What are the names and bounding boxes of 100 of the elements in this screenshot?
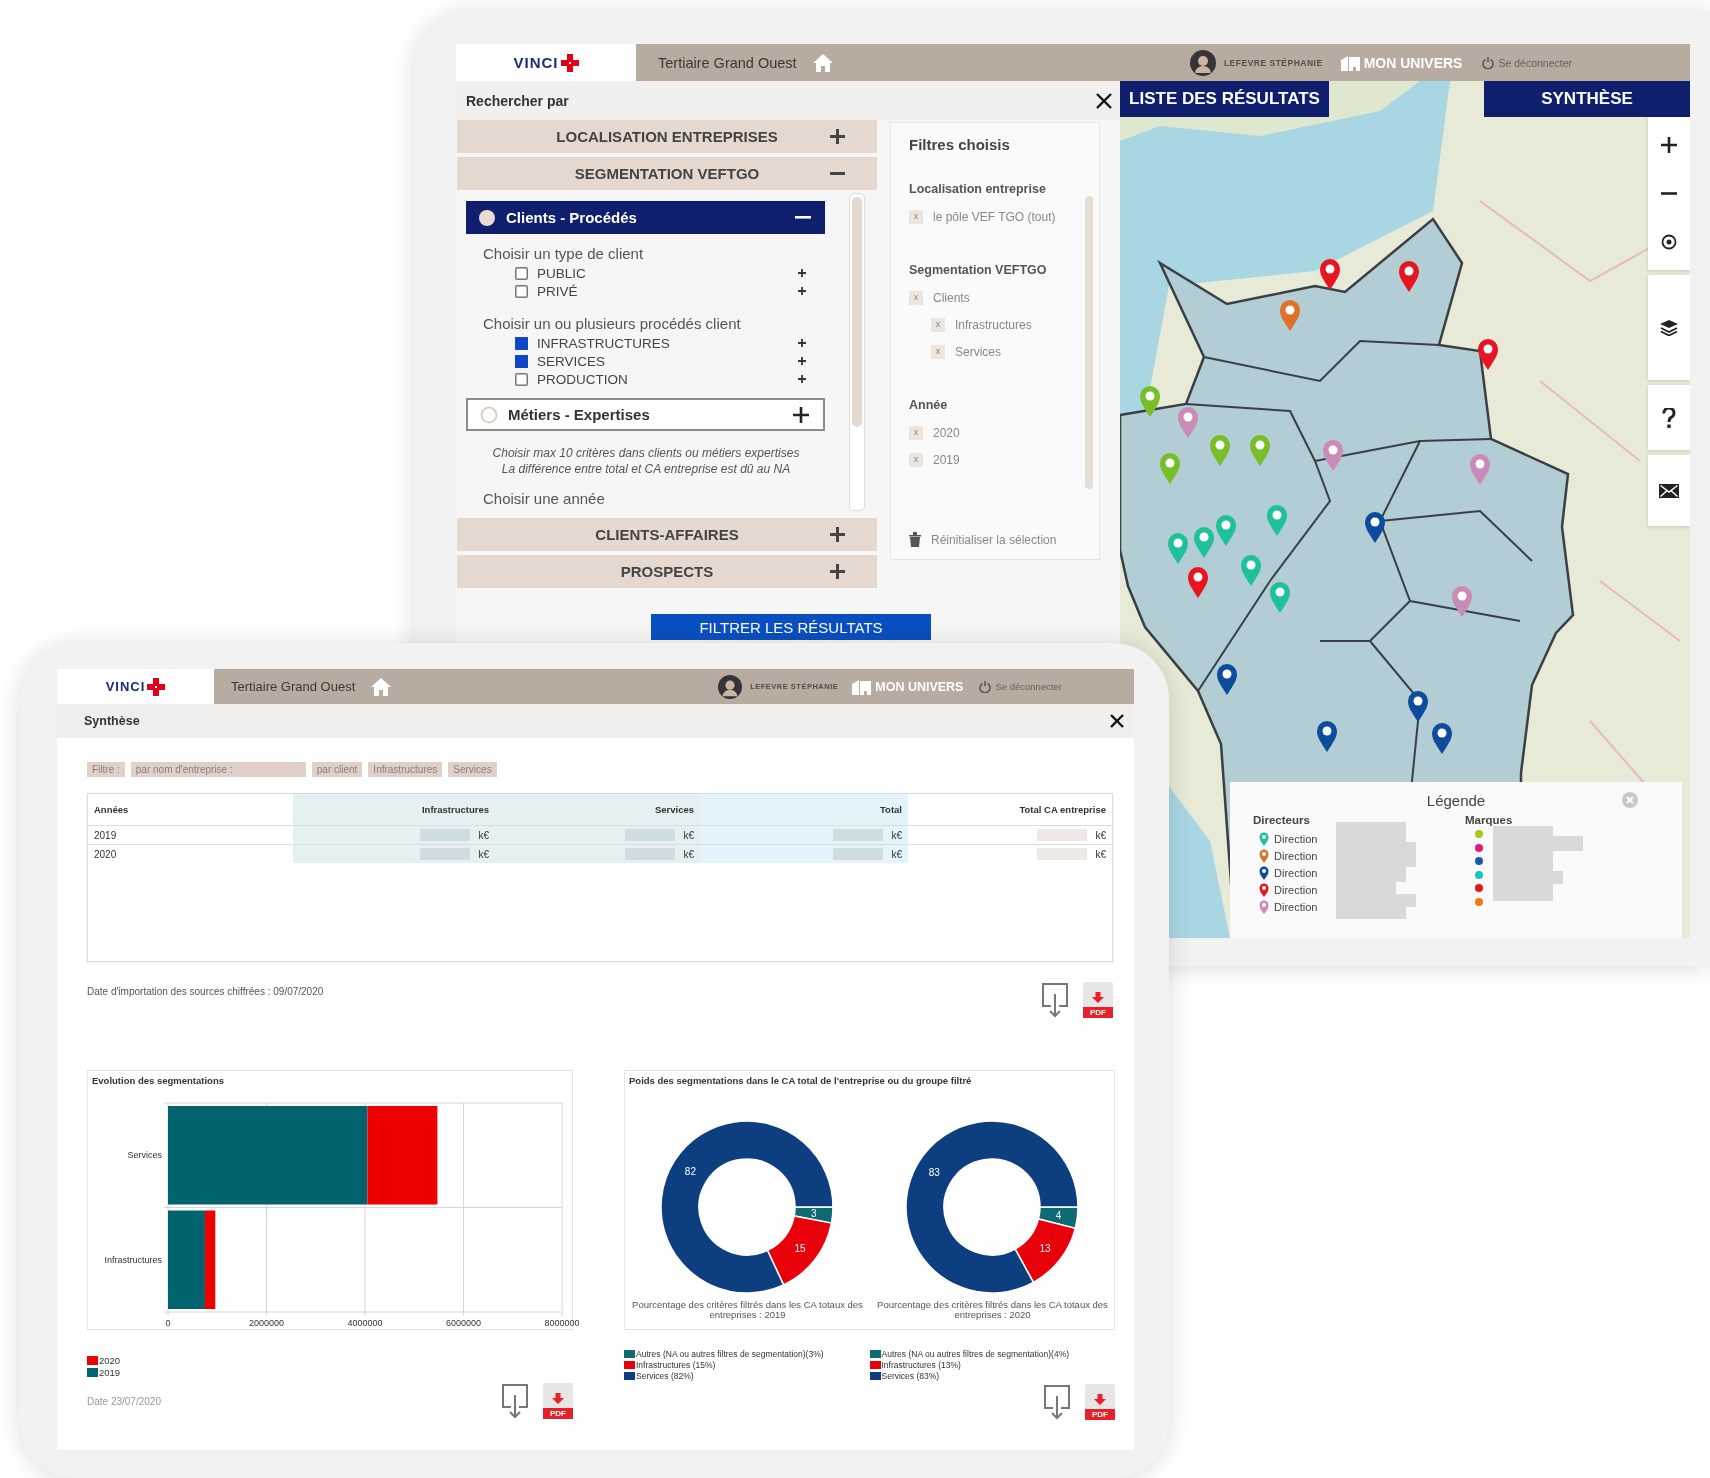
data-label: 82 <box>684 1165 696 1177</box>
map-pin-icon[interactable] <box>1408 691 1428 722</box>
redaction-block <box>833 829 884 842</box>
map-pin-icon[interactable] <box>1317 721 1337 752</box>
logout-link[interactable]: Se déconnecter <box>979 680 1062 693</box>
map-pin-icon[interactable] <box>1432 723 1452 754</box>
remove-chip[interactable]: x <box>909 425 923 440</box>
legend-label: Direction <box>1274 866 1318 879</box>
plus-icon[interactable] <box>798 287 806 295</box>
unit-label: k€ <box>1095 848 1106 860</box>
user-name: LEFEVRE STÉPHANIE <box>1223 57 1323 68</box>
accordion-header[interactable]: SEGMENTATION VEFTGO <box>457 157 877 190</box>
download-icon[interactable] <box>501 1383 529 1419</box>
tab[interactable]: LISTE DES RÉSULTATS <box>1120 81 1329 117</box>
map-pin-icon[interactable] <box>1140 386 1160 417</box>
download-icon[interactable] <box>1043 1384 1071 1420</box>
chart-caption: Pourcentage des critères filtrés dans les CA totaux des entreprises : 2020 <box>876 1300 1109 1320</box>
checkbox[interactable] <box>515 266 528 280</box>
redaction-block <box>1037 829 1088 842</box>
map-pin-icon[interactable] <box>1478 339 1498 370</box>
hint-text: Choisir max 10 critères dans clients ou métiers expertises <box>491 445 801 461</box>
plus-icon <box>830 129 845 144</box>
chart-title: Evolution des segmentations <box>91 1074 225 1088</box>
pdf-button[interactable]: PDF <box>1083 982 1113 1018</box>
scrollbar[interactable] <box>1085 196 1093 489</box>
accordion-header[interactable]: CLIENTS-AFFAIRES <box>457 518 877 551</box>
category-label: Services <box>127 1150 162 1161</box>
checkbox[interactable] <box>515 336 528 350</box>
mail-icon[interactable] <box>1659 483 1679 498</box>
scrollbar[interactable] <box>849 193 865 511</box>
filter-label: 2020 <box>933 425 960 440</box>
map-pin-icon[interactable] <box>1217 664 1237 695</box>
group-header[interactable]: Clients - Procédés <box>466 201 825 234</box>
checkbox[interactable] <box>515 354 528 368</box>
close-icon[interactable] <box>1110 714 1124 728</box>
redaction-block <box>420 829 471 842</box>
plus-icon[interactable] <box>798 375 806 383</box>
filter-button[interactable]: FILTRER LES RÉSULTATS <box>651 614 931 640</box>
axis-label: 4000000 <box>347 1318 383 1328</box>
field-label: Choisir un ou plusieurs procédés client <box>483 314 742 334</box>
reset-link[interactable]: Réinitialiser la sélection <box>931 532 1057 547</box>
unit-label: k€ <box>683 829 694 841</box>
unit-label: k€ <box>1095 829 1106 841</box>
accordion-header[interactable]: LOCALISATION ENTREPRISES <box>457 120 877 153</box>
arrow-down-icon <box>552 1393 564 1404</box>
avatar-icon <box>718 674 743 699</box>
app-title: Tertiaire Grand Ouest <box>658 54 797 71</box>
map-pin-icon[interactable] <box>1365 512 1385 543</box>
power-icon <box>979 680 992 693</box>
logout-link[interactable]: Se déconnecter <box>1482 56 1572 69</box>
legend-label: 2019 <box>99 1366 121 1378</box>
filter-label: Infrastructures <box>955 317 1032 332</box>
checkbox[interactable] <box>515 372 528 386</box>
redaction-block <box>625 829 676 842</box>
building-icon <box>852 678 872 695</box>
zoom-in-icon[interactable] <box>1661 136 1677 153</box>
download-icon[interactable] <box>1041 982 1069 1018</box>
trash-icon[interactable] <box>909 532 921 547</box>
layers-icon[interactable] <box>1660 319 1678 336</box>
remove-chip[interactable]: x <box>931 317 945 332</box>
group-header[interactable]: Métiers - Expertises <box>466 398 825 431</box>
map-pin-icon[interactable] <box>1452 586 1472 617</box>
legend-label: Infrastructures (15%) <box>636 1359 716 1370</box>
legend-heading: Marques <box>1465 814 1514 826</box>
axis-label: 8000000 <box>544 1318 580 1328</box>
plus-icon[interactable] <box>798 269 806 277</box>
app-title: Tertiaire Grand Ouest <box>231 679 356 694</box>
target-icon[interactable] <box>1661 234 1677 251</box>
filter-label: le pôle VEF TGO (tout) <box>933 209 1056 224</box>
remove-chip[interactable]: x <box>931 344 945 359</box>
import-date: Date d'importation des sources chiffrées : 09/07/2020 <box>87 986 324 997</box>
remove-chip[interactable]: x <box>909 290 923 305</box>
panel-title: Rechercher par <box>466 92 569 109</box>
chart-date: Date 23/07/2020 <box>87 1395 161 1407</box>
filter-group-title: Localisation entreprise <box>909 181 1047 197</box>
help-icon[interactable] <box>1662 407 1676 428</box>
map-pin-icon[interactable] <box>1188 567 1208 598</box>
legend-title: Légende <box>1426 792 1486 809</box>
remove-chip[interactable]: x <box>909 209 923 224</box>
accordion-header[interactable]: PROSPECTS <box>457 555 877 588</box>
radio-icon <box>478 208 496 227</box>
plus-icon <box>793 406 809 423</box>
plus-icon[interactable] <box>798 357 806 365</box>
remove-chip[interactable]: x <box>909 452 923 467</box>
filter-chip: Services <box>448 762 497 777</box>
checkbox[interactable] <box>515 284 528 298</box>
legend-label: 2020 <box>99 1354 121 1366</box>
plus-icon[interactable] <box>798 339 806 347</box>
tab[interactable]: SYNTHÈSE <box>1484 81 1690 117</box>
power-icon <box>1482 56 1495 69</box>
map-pin-icon[interactable] <box>1320 259 1340 290</box>
data-label: 4 <box>1055 1209 1062 1221</box>
pdf-button[interactable]: PDF <box>1085 1384 1115 1420</box>
logo-wordmark: VINCI <box>105 679 146 694</box>
scrollbar-thumb[interactable] <box>852 197 862 427</box>
pdf-button[interactable]: PDF <box>543 1383 573 1419</box>
filter-chip: par client <box>311 762 363 777</box>
map-pin-icon[interactable] <box>1399 261 1419 292</box>
option-label: PRIVÉ <box>537 283 578 299</box>
close-icon[interactable] <box>1096 92 1112 109</box>
